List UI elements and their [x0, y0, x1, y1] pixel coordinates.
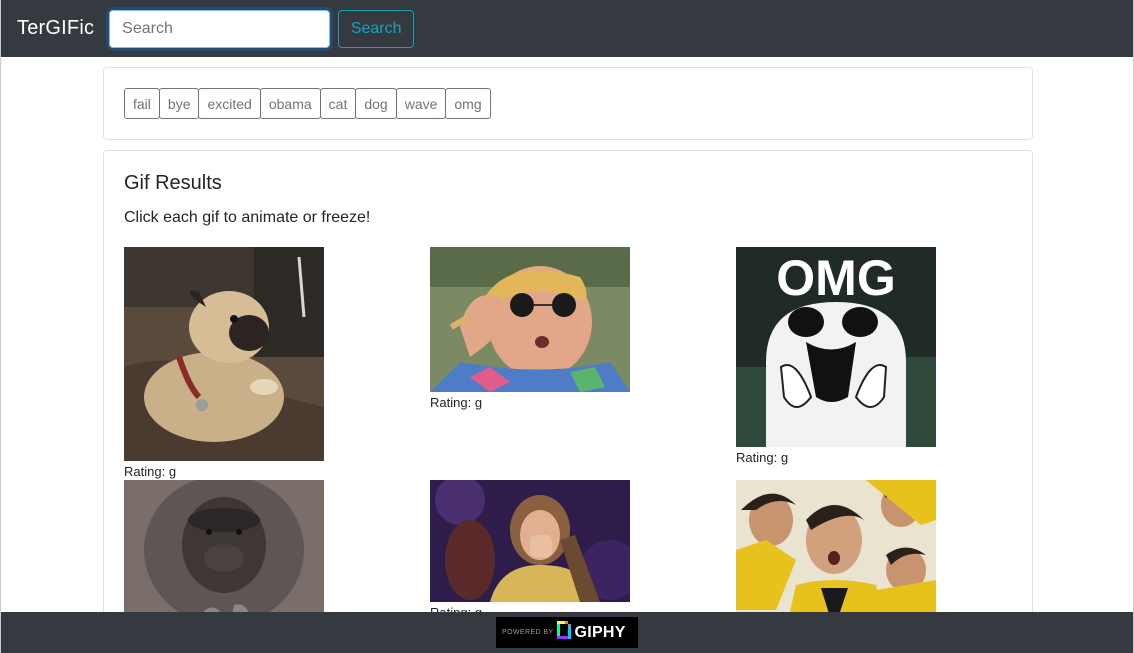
tag-button-obama[interactable]: obama: [259, 88, 321, 119]
gif-image-pug[interactable]: [124, 247, 324, 461]
gif-rating: Rating: g: [430, 395, 630, 411]
navbar: TerGIFic Search: [1, 0, 1133, 57]
gif-omg-caption: OMG: [776, 250, 895, 306]
app-window: TerGIFic Search fail bye excited obama c…: [0, 0, 1134, 653]
search-input[interactable]: [109, 9, 331, 48]
gif-item: [736, 480, 936, 630]
giphy-logo-icon: [557, 621, 572, 644]
tag-buttons-card: fail bye excited obama cat dog wave omg: [103, 67, 1033, 140]
powered-by-giphy-badge[interactable]: POWERED BY GIPHY: [496, 617, 638, 648]
gif-image-surprised-woman[interactable]: [430, 480, 630, 602]
tag-button-fail[interactable]: fail: [124, 88, 160, 119]
rating-label: Rating:: [124, 464, 169, 479]
rating-value: g: [168, 464, 177, 479]
rating-label: Rating:: [430, 395, 475, 410]
giphy-wordmark: GIPHY: [574, 623, 626, 641]
gif-image-sunglasses[interactable]: [430, 247, 630, 392]
footer: POWERED BY GIPHY: [1, 612, 1133, 653]
gif-item: [124, 480, 324, 630]
gif-item: Rating: g: [430, 247, 630, 411]
gif-results-card: Gif Results Click each gif to animate or…: [103, 150, 1033, 653]
gif-item: Rating: g: [124, 247, 324, 480]
rating-label: Rating:: [736, 450, 781, 465]
tag-button-bye[interactable]: bye: [158, 88, 200, 119]
gif-image-gorilla[interactable]: [124, 480, 324, 630]
tag-button-omg[interactable]: omg: [445, 88, 491, 119]
gif-item: OMG Rating: g: [736, 247, 936, 466]
search-button[interactable]: Search: [338, 9, 415, 48]
rating-value: g: [780, 450, 789, 465]
gif-rating: Rating: g: [124, 464, 324, 480]
powered-by-label: POWERED BY: [502, 629, 554, 636]
tag-button-group: fail bye excited obama cat dog wave omg: [124, 88, 1012, 119]
gif-rating: Rating: g: [736, 450, 936, 466]
gif-image-yellow-jacket[interactable]: [736, 480, 936, 630]
tag-button-dog[interactable]: dog: [355, 88, 397, 119]
results-title: Gif Results: [124, 172, 222, 194]
gif-item: Rating: g: [430, 480, 630, 621]
results-instructions: Click each gif to animate or freeze!: [124, 209, 371, 226]
brand-logo[interactable]: TerGIFic: [17, 17, 94, 40]
tag-button-wave[interactable]: wave: [395, 88, 447, 119]
gif-image-omg-ghost[interactable]: OMG: [736, 247, 936, 447]
tag-button-cat[interactable]: cat: [319, 88, 357, 119]
tag-button-excited[interactable]: excited: [198, 88, 261, 119]
rating-value: g: [474, 395, 483, 410]
